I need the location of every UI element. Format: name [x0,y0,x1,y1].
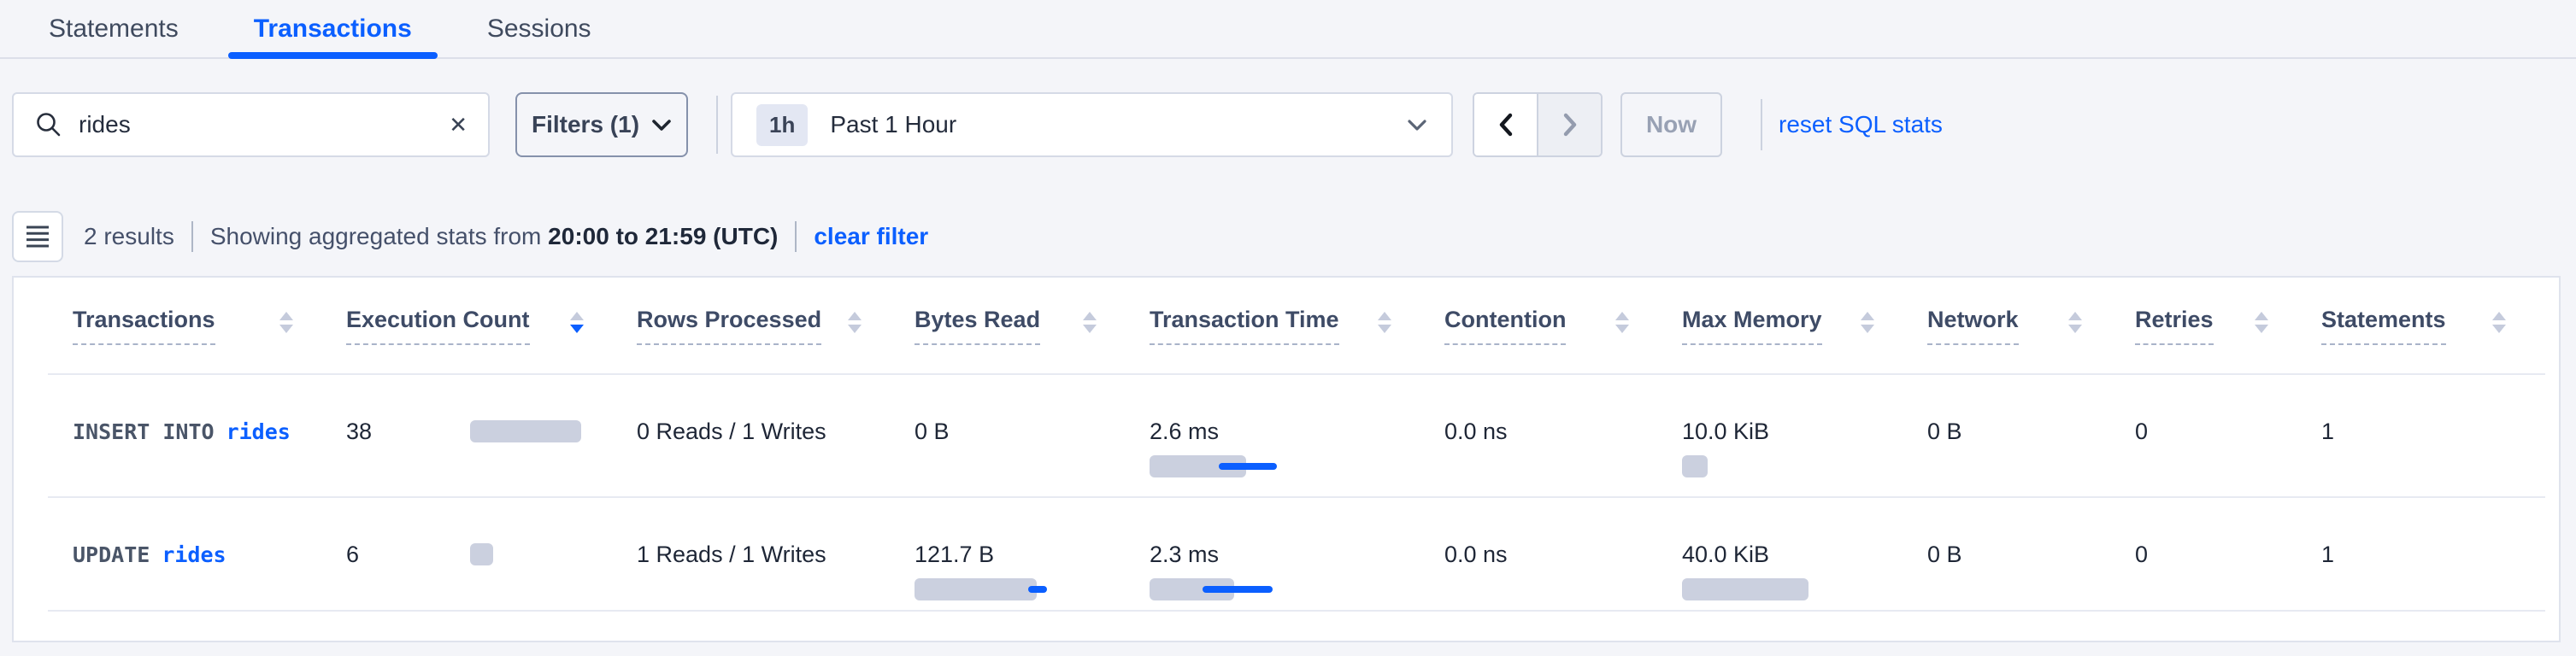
showing-stats-text: Showing aggregated stats from 20:00 to 2… [210,223,779,250]
transactions-table: Transactions Execution Count Rows Proces… [12,276,2561,642]
table-row: INSERT INTO rides 38 0 Reads / 1 Writes … [14,375,2559,496]
execution-count-bar [470,420,581,442]
transaction-time-cell: 2.3 ms [1150,498,1444,600]
filters-label: Filters (1) [532,111,639,138]
table-bottom-padding [14,612,2559,641]
search-input[interactable] [79,111,433,138]
clear-search-icon[interactable]: ✕ [449,114,468,136]
network-cell: 0 B [1927,498,2135,568]
aggregation-range: 20:00 to 21:59 (UTC) [548,223,778,249]
tab-statements[interactable]: Statements [49,0,179,58]
list-columns-icon [26,225,50,249]
toolbar-divider [716,96,718,154]
clear-filter-link[interactable]: clear filter [814,223,928,250]
time-range-picker[interactable]: 1h Past 1 Hour [731,92,1453,157]
retries-cell: 0 [2135,375,2321,445]
sort-icon [848,312,862,333]
execution-count-cell: 38 [346,375,637,445]
divider [191,221,193,252]
chevron-down-icon [1407,119,1427,132]
max-memory-cell: 10.0 KiB [1682,375,1927,477]
filters-button[interactable]: Filters (1) [515,92,688,157]
chevron-down-icon [651,119,672,132]
table-row: UPDATE rides 6 1 Reads / 1 Writes 121.7 … [14,498,2559,610]
latency-marker [1203,586,1273,593]
bytes-read-cell: 0 B [915,375,1150,445]
sort-icon [1378,312,1391,333]
time-range-badge: 1h [756,104,808,146]
statements-cell: 1 [2321,375,2559,445]
contention-cell: 0.0 ns [1444,498,1682,568]
transaction-fingerprint-cell: UPDATE rides [73,498,346,568]
col-header-transaction-time[interactable]: Transaction Time [1150,307,1444,345]
table-name-link[interactable]: rides [226,419,291,444]
col-header-contention[interactable]: Contention [1444,307,1682,345]
sort-icon [1615,312,1629,333]
tab-transactions[interactable]: Transactions [254,0,412,58]
chevron-right-icon [1562,113,1578,137]
statements-cell: 1 [2321,498,2559,568]
previous-window-button[interactable] [1474,94,1538,155]
latency-marker [1219,463,1277,470]
bytes-read-bar [915,578,1150,600]
max-memory-cell: 40.0 KiB [1682,498,1927,600]
rows-processed-cell: 1 Reads / 1 Writes [637,498,915,568]
sort-icon [1861,312,1874,333]
toolbar-divider [1761,99,1762,150]
transaction-time-cell: 2.6 ms [1150,375,1444,477]
sort-icon [2068,312,2082,333]
time-window-pagination [1473,92,1603,157]
sort-icon [2255,312,2268,333]
results-bar: 2 results Showing aggregated stats from … [12,211,928,262]
tab-sessions[interactable]: Sessions [487,0,591,58]
sort-icon [1083,312,1097,333]
sql-keyword: UPDATE [73,542,150,567]
bytes-read-cell: 121.7 B [915,498,1150,600]
tab-bar: Statements Transactions Sessions [0,0,2576,59]
table-header-row: Transactions Execution Count Rows Proces… [14,278,2559,373]
reset-sql-stats-link[interactable]: reset SQL stats [1779,92,1943,157]
retries-cell: 0 [2135,498,2321,568]
col-header-bytes-read[interactable]: Bytes Read [915,307,1150,345]
time-range-label: Past 1 Hour [830,111,1385,138]
transaction-time-bar [1150,455,1444,477]
sort-icon [279,312,293,333]
sort-icon [570,312,584,333]
max-memory-bar [1682,578,1927,600]
col-header-network[interactable]: Network [1927,307,2135,345]
sql-keyword: INSERT INTO [73,419,215,444]
transaction-fingerprint-cell: INSERT INTO rides [73,375,346,445]
table-name-link[interactable]: rides [162,542,226,567]
execution-count-bar [470,543,493,565]
col-header-max-memory[interactable]: Max Memory [1682,307,1927,345]
network-cell: 0 B [1927,375,2135,445]
col-header-transactions[interactable]: Transactions [73,307,346,345]
chevron-left-icon [1498,113,1514,137]
contention-cell: 0.0 ns [1444,375,1682,445]
next-window-button[interactable] [1538,94,1601,155]
execution-count-cell: 6 [346,498,637,568]
search-box[interactable]: ✕ [12,92,490,157]
col-header-statements[interactable]: Statements [2321,307,2559,345]
column-selector-button[interactable] [12,211,63,262]
divider [795,221,797,252]
now-button[interactable]: Now [1620,92,1722,157]
results-count: 2 results [84,223,174,250]
col-header-execution-count[interactable]: Execution Count [346,307,637,345]
max-memory-bar [1682,455,1927,477]
col-header-rows-processed[interactable]: Rows Processed [637,307,915,345]
sort-icon [2492,312,2506,333]
col-header-retries[interactable]: Retries [2135,307,2321,345]
search-icon [34,110,63,139]
latency-marker [1028,586,1047,593]
transaction-time-bar [1150,578,1444,600]
rows-processed-cell: 0 Reads / 1 Writes [637,375,915,445]
